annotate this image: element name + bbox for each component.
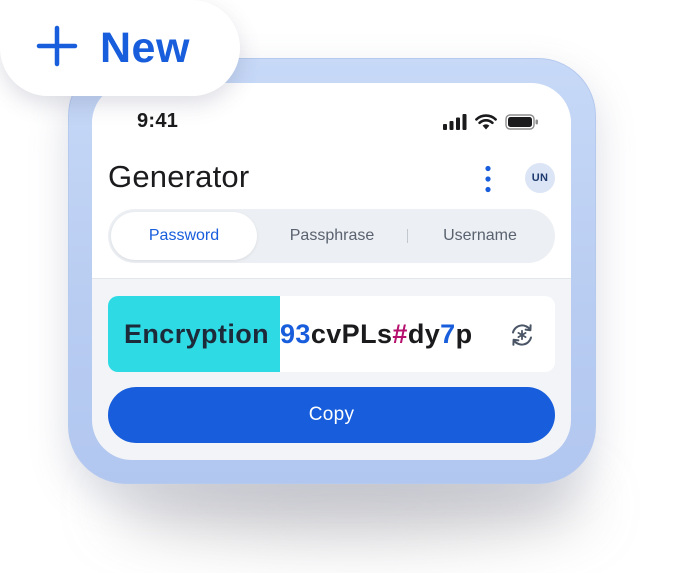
status-icons (443, 112, 539, 132)
new-label: New (100, 23, 190, 72)
copy-button[interactable]: Copy (108, 387, 555, 443)
kebab-menu-icon[interactable] (476, 163, 500, 195)
password-letters: p (455, 318, 473, 349)
regenerate-icon[interactable] (507, 320, 537, 350)
wifi-icon (475, 114, 497, 130)
password-letters: dy (407, 318, 441, 349)
password-number: 7 (440, 318, 456, 349)
password-letters: cvPLs (310, 318, 393, 349)
password-number: 93 (280, 318, 311, 349)
new-badge: New (0, 0, 240, 96)
tab-passphrase[interactable]: Passphrase (257, 212, 407, 260)
app-screen: 9:41 Generator UN Password Passphrase Us… (92, 83, 571, 460)
password-symbol: # (392, 318, 408, 349)
plus-icon (36, 25, 78, 72)
tab-password[interactable]: Password (111, 212, 257, 260)
generator-type-tabs: Password Passphrase Username (108, 209, 555, 263)
highlighted-word: Encryption (108, 296, 280, 372)
generated-password-field: Encryption 93cvPLs#dy7p (108, 296, 555, 372)
avatar[interactable]: UN (525, 163, 555, 193)
signal-icon (443, 114, 467, 130)
password-remainder: 93cvPLs#dy7p (280, 319, 472, 350)
tab-username[interactable]: Username (408, 212, 552, 260)
page-title: Generator (108, 159, 250, 194)
battery-icon (505, 114, 539, 130)
status-time: 9:41 (137, 110, 179, 132)
